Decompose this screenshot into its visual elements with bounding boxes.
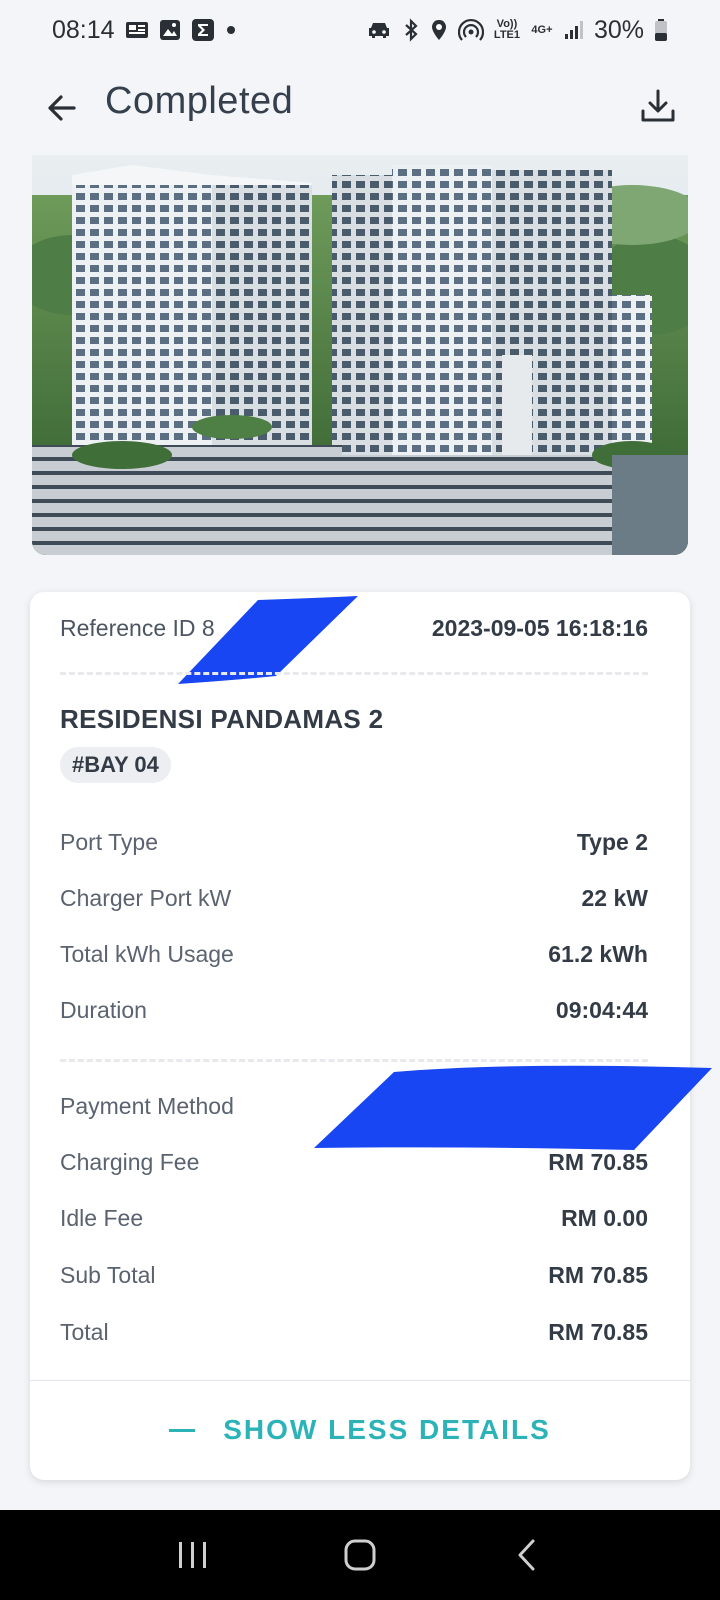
back-button[interactable] [40,86,84,130]
payment-value: RM 0.00 [561,1204,648,1231]
back-nav-button[interactable] [497,1525,557,1585]
recent-apps-button[interactable] [163,1525,223,1585]
home-icon [344,1539,376,1571]
arrow-left-icon [48,95,76,121]
detail-label: Charger Port kW [60,884,232,911]
battery-percent: 30% [593,15,644,44]
payment-label: Payment Method [60,1092,234,1119]
redaction-mark [314,1065,712,1150]
detail-label: Duration [60,996,147,1023]
download-button[interactable] [636,84,680,128]
status-right: Vo)) LTE1 4G+ 30% [366,16,668,45]
battery-icon [654,18,668,42]
4g-icon: 4G+ [531,23,553,36]
show-less-details-button[interactable]: SHOW LESS DETAILS [0,1400,720,1460]
status-left: 08:14 [52,16,237,45]
payment-label: Sub Total [60,1261,156,1288]
detail-row-kwh-usage: Total kWh Usage 61.2 kWh [60,934,648,974]
volte-icon: Vo)) LTE1 [493,18,520,41]
app-bar: Completed [0,70,720,140]
hotspot-icon [457,18,484,42]
payment-value: RM 70.85 [548,1148,648,1175]
page-title: Completed [105,80,294,122]
building-illustration [32,155,688,555]
image-icon [159,19,181,41]
detail-value: 61.2 kWh [548,940,648,967]
detail-value: 09:04:44 [555,996,648,1023]
detail-label: Port Type [60,828,159,855]
detail-row-port-type: Port Type Type 2 [60,822,648,862]
detail-row-duration: Duration 09:04:44 [60,990,648,1030]
dashed-divider [60,672,648,675]
session-timestamp: 2023-09-05 16:18:16 [431,614,648,641]
payment-row-subtotal: Sub Total RM 70.85 [60,1255,648,1295]
signal-icon [564,19,584,41]
payment-label: Idle Fee [60,1204,144,1231]
sigma-icon [191,18,215,42]
system-nav-bar [0,1510,720,1600]
bluetooth-icon [402,18,420,42]
payment-row-idle-fee: Idle Fee RM 0.00 [60,1198,648,1238]
detail-value: Type 2 [576,828,648,855]
bay-badge: #BAY 04 [60,747,171,783]
card-footer-divider [30,1380,690,1381]
car-icon [366,19,392,41]
status-time: 08:14 [52,15,115,44]
dashed-divider [60,1059,648,1062]
status-bar: 08:14 Vo)) LTE1 4G+ 30% [0,0,720,60]
payment-value: RM 70.85 [548,1261,648,1288]
detail-label: Total kWh Usage [60,940,234,967]
dot-icon [225,24,237,36]
payment-label: Charging Fee [60,1148,200,1175]
station-name: RESIDENSI PANDAMAS 2 [60,704,384,734]
show-less-label: SHOW LESS DETAILS [223,1414,551,1445]
recent-apps-icon [179,1542,207,1568]
minus-icon [169,1428,196,1432]
download-icon [641,89,675,122]
payment-row-total: Total RM 70.85 [60,1312,648,1352]
back-chevron-icon [518,1539,535,1571]
payment-label: Total [60,1318,109,1345]
detail-value: 22 kW [581,884,648,911]
home-button[interactable] [330,1525,390,1585]
detail-row-charger-kw: Charger Port kW 22 kW [60,878,648,918]
station-photo [32,155,688,555]
news-icon [125,19,149,41]
payment-value: RM 70.85 [548,1318,648,1345]
location-icon [430,18,448,42]
